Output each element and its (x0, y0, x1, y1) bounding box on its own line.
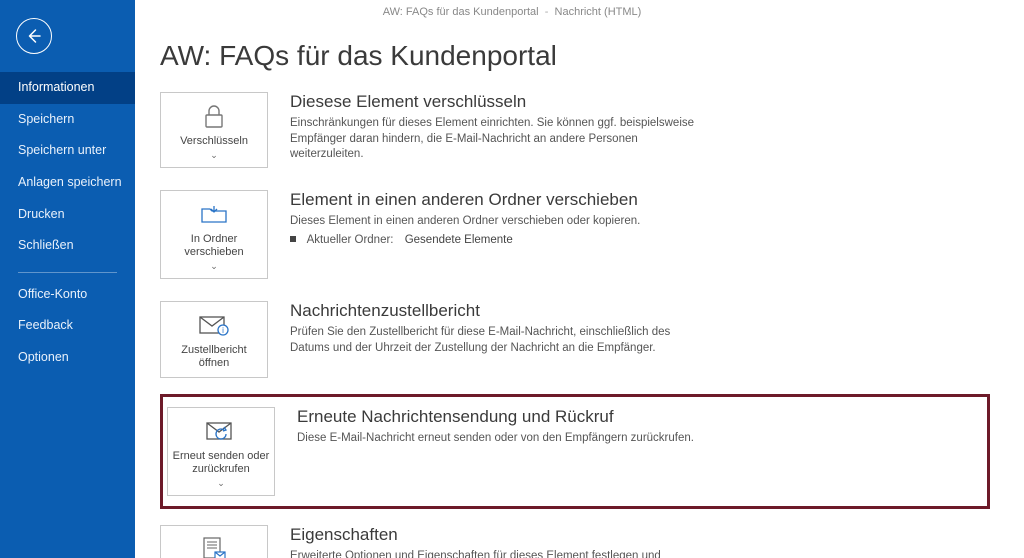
window-title-subject: AW: FAQs für das Kundenportal (383, 6, 539, 18)
section-encrypt: Verschlüsseln ⌄ Diesese Element verschlü… (160, 86, 1014, 174)
section-delivery: i Zustellbericht öffnen Nachrichtenzuste… (160, 295, 1014, 383)
heading-move: Element in einen anderen Ordner verschie… (290, 190, 1014, 210)
nav-divider (18, 272, 117, 273)
tile-delivery-label: Zustellbericht öffnen (165, 344, 263, 370)
section-move: In Ordner verschieben ⌄ Element in einen… (160, 184, 1014, 285)
current-folder-value: Gesendete Elemente (405, 234, 513, 246)
chevron-down-icon: ⌄ (210, 261, 218, 272)
nav-speichern[interactable]: Speichern (0, 104, 135, 136)
heading-properties: Eigenschaften (290, 525, 1014, 545)
window-titlebar: AW: FAQs für das Kundenportal - Nachrich… (0, 0, 1024, 24)
content-area: AW: FAQs für das Kundenportal Verschlüss… (160, 30, 1014, 558)
back-button[interactable] (16, 18, 52, 54)
backstage-sidebar: Informationen Speichern Speichern unter … (0, 0, 135, 558)
nav-schliessen[interactable]: Schließen (0, 230, 135, 262)
current-folder-label: Aktueller Ordner: (307, 234, 394, 246)
lock-icon (203, 103, 225, 129)
title-separator: - (542, 6, 555, 18)
window-title-suffix: Nachricht (HTML) (555, 6, 642, 18)
heading-delivery: Nachrichtenzustellbericht (290, 301, 1014, 321)
tile-properties[interactable]: Eigenschaften (160, 525, 268, 558)
chevron-down-icon: ⌄ (217, 478, 225, 489)
section-properties: Eigenschaften Eigenschaften Erweiterte O… (160, 519, 1014, 558)
tile-move[interactable]: In Ordner verschieben ⌄ (160, 190, 268, 279)
current-folder-line: Aktueller Ordner: Gesendete Elemente (290, 234, 1014, 246)
desc-move: Dieses Element in einen anderen Ordner v… (290, 214, 710, 230)
nav-feedback[interactable]: Feedback (0, 310, 135, 342)
tile-encrypt-label: Verschlüsseln (180, 135, 248, 148)
tile-delivery[interactable]: i Zustellbericht öffnen (160, 301, 268, 377)
envelope-info-icon: i (199, 314, 229, 336)
desc-encrypt: Einschränkungen für dieses Element einri… (290, 116, 710, 163)
desc-delivery: Prüfen Sie den Zustellbericht für diese … (290, 325, 710, 356)
tile-resend-label: Erneut senden oder zurückrufen (172, 450, 270, 476)
bullet-icon (290, 236, 296, 242)
properties-icon (201, 536, 227, 558)
envelope-resend-icon (206, 420, 236, 442)
desc-properties: Erweiterte Optionen und Eigenschaften fü… (290, 549, 710, 558)
page-title: AW: FAQs für das Kundenportal (160, 40, 1014, 72)
desc-resend: Diese E-Mail-Nachricht erneut senden ode… (297, 431, 717, 447)
nav-anlagen-speichern[interactable]: Anlagen speichern (0, 167, 135, 199)
nav-speichern-unter[interactable]: Speichern unter (0, 135, 135, 167)
nav-informationen[interactable]: Informationen (0, 72, 135, 104)
nav-office-konto[interactable]: Office-Konto (0, 279, 135, 311)
svg-text:i: i (222, 326, 224, 335)
chevron-down-icon: ⌄ (210, 150, 218, 161)
folder-move-icon (200, 203, 228, 225)
heading-resend: Erneute Nachrichtensendung und Rückruf (297, 407, 983, 427)
back-arrow-icon (25, 27, 43, 45)
tile-resend[interactable]: Erneut senden oder zurückrufen ⌄ (167, 407, 275, 496)
heading-encrypt: Diesese Element verschlüsseln (290, 92, 1014, 112)
tile-move-label: In Ordner verschieben (165, 233, 263, 259)
tile-encrypt[interactable]: Verschlüsseln ⌄ (160, 92, 268, 168)
nav-drucken[interactable]: Drucken (0, 199, 135, 231)
section-resend: Erneut senden oder zurückrufen ⌄ Erneute… (160, 394, 990, 509)
nav-optionen[interactable]: Optionen (0, 342, 135, 374)
